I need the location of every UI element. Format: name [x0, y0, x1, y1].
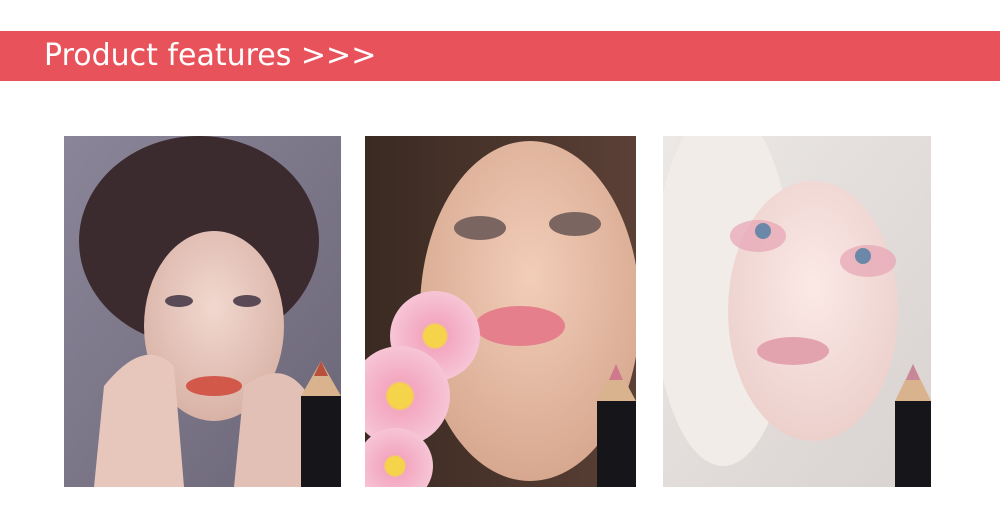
product-photo-1	[64, 136, 341, 487]
lips-shape	[757, 337, 829, 365]
lips-shape	[475, 306, 565, 346]
product-photo-2	[365, 136, 636, 487]
section-title: Product features >>>	[44, 38, 377, 73]
model-portrait-image	[663, 136, 931, 487]
lip-pencil-icon	[895, 401, 931, 487]
section-header-banner: Product features >>>	[0, 31, 1000, 81]
lips-shape	[186, 376, 242, 396]
model-portrait-image	[365, 136, 636, 487]
lip-pencil-icon	[301, 396, 341, 487]
product-photo-3	[663, 136, 931, 487]
model-portrait-image	[64, 136, 341, 487]
lip-pencil-icon	[597, 401, 636, 487]
